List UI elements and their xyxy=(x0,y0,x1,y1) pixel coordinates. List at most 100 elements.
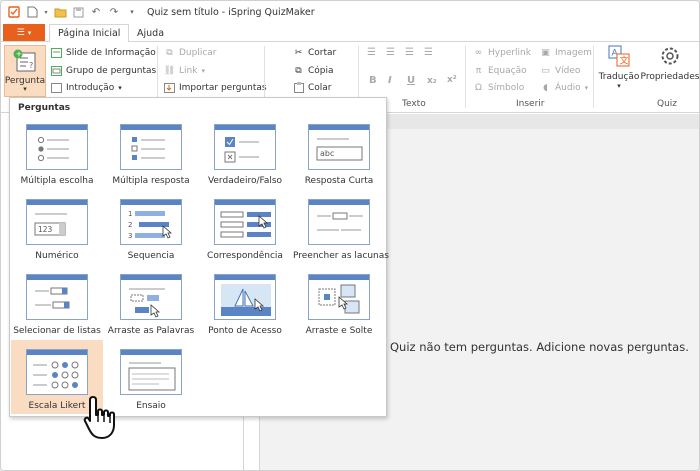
copy-button[interactable]: ⧉ Cópia xyxy=(293,65,333,76)
scissors-icon: ✂ xyxy=(294,47,303,58)
intro-icon xyxy=(51,82,62,93)
window-title: Quiz sem título - iSpring QuizMaker xyxy=(147,6,315,18)
question-type-numeric[interactable]: 123 Numérico xyxy=(11,190,103,264)
file-menu-button[interactable]: ☰ ▾ xyxy=(3,24,45,41)
sequence-icon: 1 2 3 xyxy=(120,199,182,245)
new-file-icon[interactable] xyxy=(25,5,39,19)
essay-icon xyxy=(120,349,182,395)
tab-pagina-inicial[interactable]: Página Inicial xyxy=(49,24,130,43)
question-type-select-lists[interactable]: Selecionar de listas xyxy=(11,265,103,339)
title-bar: ▾ ↶ ↷ ▾ Quiz sem título - iSpring QuizMa… xyxy=(1,1,699,23)
question-type-drag-drop[interactable]: Arraste e Solte xyxy=(293,265,385,339)
question-group-button[interactable]: Grupo de perguntas xyxy=(51,65,156,76)
app-window: ▾ ↶ ↷ ▾ Quiz sem título - iSpring QuizMa… xyxy=(0,0,700,471)
hotspot-icon xyxy=(214,274,276,320)
svg-text:文: 文 xyxy=(620,55,629,67)
import-icon xyxy=(164,82,175,93)
slide-icon xyxy=(51,47,62,58)
italic-button[interactable]: I xyxy=(388,75,392,86)
customize-qat-icon[interactable]: ▾ xyxy=(125,5,139,19)
svg-text:2: 2 xyxy=(128,221,132,229)
ribbon-tabs: ☰ ▾ Página Inicial Ajuda xyxy=(1,23,699,43)
drag-drop-icon xyxy=(308,274,370,320)
slide-info-button[interactable]: Slide de Informação xyxy=(51,47,156,58)
undo-icon[interactable]: ↶ xyxy=(89,5,103,19)
duplicate-button[interactable]: ⧉ Duplicar xyxy=(164,47,216,58)
question-type-fill-blanks[interactable]: Preencher as lacunas xyxy=(293,190,389,264)
indent-icon[interactable]: ☰ xyxy=(424,47,433,58)
bullet-list-icon[interactable]: ☰ xyxy=(367,47,376,58)
audio-button[interactable]: ◖ Áudio ▾ xyxy=(540,82,588,93)
import-questions-button[interactable]: Importar perguntas xyxy=(164,82,267,93)
symbol-button[interactable]: Ω Símbolo xyxy=(473,82,524,93)
save-icon[interactable] xyxy=(71,5,85,19)
short-answer-icon: abc xyxy=(308,124,370,170)
tab-ajuda[interactable]: Ajuda xyxy=(129,24,172,42)
intro-button[interactable]: Introdução ▾ xyxy=(51,82,122,93)
translate-icon: A文 xyxy=(608,45,630,70)
chevron-down-icon: ▾ xyxy=(23,85,27,93)
align-icon[interactable]: ☰ xyxy=(405,47,414,58)
equation-button[interactable]: π Equação xyxy=(473,65,527,76)
svg-text:+: + xyxy=(16,50,23,59)
svg-text:3: 3 xyxy=(128,232,132,240)
hand-pointer-icon xyxy=(83,396,115,439)
redo-icon[interactable]: ↷ xyxy=(107,5,121,19)
group-label-texto: Texto xyxy=(402,99,426,109)
group-label-quiz: Quiz xyxy=(657,99,678,109)
question-type-multiple-choice[interactable]: Múltipla escolha xyxy=(11,115,103,189)
paste-icon xyxy=(293,82,304,93)
bold-button[interactable]: B xyxy=(369,75,377,86)
menu-icon: ☰ xyxy=(16,27,25,38)
empty-quiz-message: Quiz não tem perguntas. Adicione novas p… xyxy=(390,340,689,354)
multiple-response-icon xyxy=(120,124,182,170)
svg-text:1: 1 xyxy=(128,210,132,218)
superscript-button[interactable]: x² xyxy=(447,75,457,85)
chevron-down-icon: ▾ xyxy=(584,83,589,92)
underline-button[interactable]: U xyxy=(407,75,415,86)
numeric-icon: 123 xyxy=(26,199,88,245)
question-type-multiple-response[interactable]: Múltipla resposta xyxy=(105,115,197,189)
group-divider xyxy=(465,46,466,108)
question-type-matching[interactable]: Correspondência xyxy=(199,190,291,264)
group-label-inserir: Inserir xyxy=(516,99,545,109)
numbered-list-icon[interactable]: ☰ xyxy=(386,47,395,58)
equation-icon: π xyxy=(475,65,482,76)
translation-button[interactable]: A文 Tradução ▾ xyxy=(598,45,640,90)
subscript-button[interactable]: x₂ xyxy=(427,76,437,86)
cut-button[interactable]: ✂ Cortar xyxy=(293,47,337,58)
matching-icon xyxy=(214,199,276,245)
chevron-down-icon: ▾ xyxy=(201,66,205,75)
properties-button[interactable]: Propriedades xyxy=(641,45,699,82)
open-folder-icon[interactable] xyxy=(53,5,67,19)
paste-button[interactable]: Colar xyxy=(293,82,332,93)
dropdown-title: Perguntas xyxy=(18,103,71,113)
question-type-sequence[interactable]: 123 Sequencia xyxy=(105,190,197,264)
question-type-true-false[interactable]: Verdadeiro/Falso xyxy=(199,115,291,189)
video-icon: ▭ xyxy=(541,65,550,76)
svg-text:?: ? xyxy=(29,61,33,70)
gear-icon xyxy=(659,45,681,70)
true-false-icon xyxy=(214,124,276,170)
chevron-down-icon: ▾ xyxy=(27,28,32,37)
app-logo-icon xyxy=(7,5,21,19)
image-icon: ▣ xyxy=(541,47,550,58)
select-lists-icon xyxy=(26,274,88,320)
quick-access-toolbar: ▾ ↶ ↷ ▾ xyxy=(7,5,139,19)
chevron-down-icon: ▾ xyxy=(617,82,621,90)
question-type-drag-words[interactable]: Arraste as Palavras xyxy=(105,265,197,339)
pergunta-button[interactable]: ? + Pergunta ▾ xyxy=(4,45,46,97)
video-button[interactable]: ▭ Vídeo xyxy=(540,65,580,76)
copy-icon: ⧉ xyxy=(295,65,302,76)
hyperlink-icon: ∞ xyxy=(474,47,483,58)
hyperlink-button[interactable]: ∞ Hyperlink xyxy=(473,47,531,58)
question-type-short-answer[interactable]: abc Resposta Curta xyxy=(293,115,385,189)
multiple-choice-icon xyxy=(26,124,88,170)
image-button[interactable]: ▣ Imagem xyxy=(540,47,592,58)
chevron-down-icon[interactable]: ▾ xyxy=(43,5,49,19)
question-type-hotspot[interactable]: Ponto de Acesso xyxy=(199,265,291,339)
group-divider xyxy=(593,46,594,108)
link-button[interactable]: ⛓ Link ▾ xyxy=(164,65,205,76)
group-icon xyxy=(51,65,62,76)
question-type-dropdown: Perguntas Múltipla escolha Múltipla resp… xyxy=(9,97,389,417)
